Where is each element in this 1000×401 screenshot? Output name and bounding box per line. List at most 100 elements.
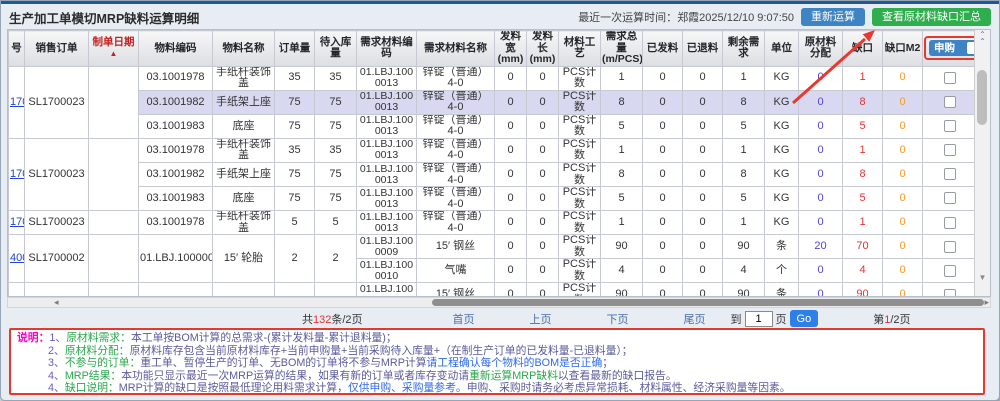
- unit-cell: KG: [765, 211, 799, 235]
- col-length[interactable]: 发料长 (mm): [527, 31, 559, 67]
- page-number-input[interactable]: [745, 311, 773, 327]
- sales-order-cell: SL1700002: [25, 283, 89, 297]
- last-run-label: 最近一次运算时间：: [578, 12, 677, 24]
- note-number: 1、: [49, 332, 66, 344]
- gap-cell: 5: [843, 114, 883, 138]
- purchase-checkbox[interactable]: [944, 241, 956, 253]
- purchase-checkbox[interactable]: [944, 72, 956, 84]
- col-returned[interactable]: 已退料: [683, 31, 723, 67]
- col-total[interactable]: 需求总量 (m/PCS): [601, 31, 643, 67]
- go-button[interactable]: Go: [790, 310, 819, 327]
- note-text: 请工程确认每个物料的BOM是否正确: [427, 357, 603, 369]
- gap-cell: 8: [843, 163, 883, 187]
- col-qty[interactable]: 订单量: [275, 31, 315, 67]
- col-req_name[interactable]: 需求材料名称: [417, 31, 495, 67]
- col-remaining[interactable]: 剩余需求: [723, 31, 765, 67]
- table-row[interactable]: 170SL170002303.1001978手纸杆装饰盖353501.LBJ.1…: [9, 138, 977, 162]
- order-no-link[interactable]: 170: [9, 211, 25, 235]
- vertical-scroll-thumb[interactable]: [977, 70, 987, 125]
- required-material-code-cell: 01.LBJ.1000013: [357, 66, 417, 90]
- table-row[interactable]: 03.1001983底座757501.LBJ.1000013锌锭（普通）4-00…: [9, 114, 977, 138]
- scroll-down-icon[interactable]: ▼: [975, 273, 990, 282]
- title-bar: 生产加工单模切MRP缺料运算明细 最近一次运算时间：郑霞2025/12/10 9…: [9, 7, 991, 27]
- col-process[interactable]: 材料工艺: [559, 31, 601, 67]
- unit-cell: 条: [765, 283, 799, 297]
- page-indicator-suffix: /2页: [890, 314, 910, 326]
- table-row[interactable]: 400SL170000201.LBJ.100000815′ 轮胎2201.LBJ…: [9, 283, 977, 297]
- purchase-checkbox[interactable]: [944, 144, 956, 156]
- col-gap_m2[interactable]: 缺口M2: [883, 31, 923, 67]
- col-alloc[interactable]: 原材料分配: [799, 31, 843, 67]
- purchase-toggle[interactable]: 申购: [929, 40, 977, 56]
- order-no-link[interactable]: 170: [9, 138, 25, 210]
- gap-cell: 1: [843, 66, 883, 90]
- purchase-checkbox[interactable]: [944, 120, 956, 132]
- material-code-cell: 03.1001978: [139, 138, 213, 162]
- purchase-checkbox[interactable]: [944, 217, 956, 229]
- col-mat_code[interactable]: 物料编码: [139, 31, 213, 67]
- first-page-link[interactable]: 首页: [453, 311, 475, 327]
- scroll-right-icon[interactable]: ▸: [984, 298, 989, 307]
- total-demand-cell: 4: [601, 259, 643, 283]
- issue-width-cell: 0: [495, 90, 527, 114]
- remaining-demand-cell: 1: [723, 211, 765, 235]
- unit-cell: KG: [765, 138, 799, 162]
- sales-order-cell: SL1700023: [25, 66, 89, 138]
- next-page-link[interactable]: 下页: [607, 311, 629, 327]
- purchase-checkbox[interactable]: [944, 96, 956, 108]
- col-gap[interactable]: 缺口: [843, 31, 883, 67]
- order-no-link[interactable]: 170: [9, 66, 25, 138]
- unit-cell: KG: [765, 114, 799, 138]
- material-code-cell: 01.LBJ.1000008: [139, 235, 213, 283]
- notes-prefix: 说明：: [17, 332, 49, 344]
- horizontal-scrollbar[interactable]: ◂ ▸: [7, 297, 991, 308]
- order-no-link[interactable]: 400: [9, 283, 25, 297]
- table-row[interactable]: 03.1001982手纸架上座757501.LBJ.1000013锌锭（普通）4…: [9, 90, 977, 114]
- required-material-name-cell: 锌锭（普通）4-0: [417, 163, 495, 187]
- horizontal-scroll-thumb[interactable]: [432, 299, 984, 306]
- purchase-cell: [923, 211, 977, 235]
- col-seq[interactable]: 号: [9, 31, 25, 67]
- col-width[interactable]: 发料宽 (mm): [495, 31, 527, 67]
- pending-qty-cell: 2: [315, 283, 357, 297]
- note-text: 本功能只显示最近一次MRP运算的结果，如果有新的订单或者库存变动请: [121, 370, 469, 382]
- col-unit[interactable]: 单位: [765, 31, 799, 67]
- vertical-scrollbar[interactable]: ⌃⌃ ▼: [974, 30, 990, 296]
- col-purchase: 申购: [923, 31, 977, 67]
- purchase-checkbox[interactable]: [944, 289, 956, 297]
- issue-width-cell: 0: [495, 138, 527, 162]
- table-row[interactable]: 170SL170002303.1001978手纸杆装饰盖353501.LBJ.1…: [9, 66, 977, 90]
- col-sales[interactable]: 销售订单: [25, 31, 89, 67]
- col-pending[interactable]: 待入库量: [315, 31, 357, 67]
- total-demand-cell: 90: [601, 283, 643, 297]
- material-code-cell: 03.1001978: [139, 211, 213, 235]
- col-req_code[interactable]: 需求材料编码: [357, 31, 417, 67]
- table-row[interactable]: 03.1001982手纸架上座757501.LBJ.1000013锌锭（普通）4…: [9, 163, 977, 187]
- purchase-checkbox[interactable]: [944, 265, 956, 277]
- last-page-link[interactable]: 尾页: [684, 311, 706, 327]
- table-row[interactable]: 170SL170002303.1001978手纸杆装饰盖5501.LBJ.100…: [9, 211, 977, 235]
- col-mat_name[interactable]: 物料名称: [213, 31, 275, 67]
- purchase-checkbox[interactable]: [944, 192, 956, 204]
- order-no-link[interactable]: 400: [9, 235, 25, 283]
- col-date[interactable]: 制单日期▲: [89, 31, 139, 67]
- table-row[interactable]: 400SL170000201.LBJ.100000815′ 轮胎2201.LBJ…: [9, 235, 977, 259]
- col-issued[interactable]: 已发料: [643, 31, 683, 67]
- order-qty-cell: 75: [275, 114, 315, 138]
- note-line: 说明：1、原材料需求：本工单按BOM计算的总需求-(累计发料量-累计退料量)；: [17, 332, 977, 345]
- issue-width-cell: 0: [495, 259, 527, 283]
- rerun-button[interactable]: 重新运算: [801, 8, 865, 26]
- note-label: 原材料需求：: [66, 332, 131, 344]
- scroll-left-icon[interactable]: ◂: [54, 298, 59, 307]
- issue-length-cell: 0: [527, 90, 559, 114]
- pending-qty-cell: 2: [315, 235, 357, 283]
- gap-cell: 8: [843, 90, 883, 114]
- material-gap-summary-button[interactable]: 查看原材料缺口汇总: [872, 8, 991, 26]
- prev-page-link[interactable]: 上页: [530, 311, 552, 327]
- table-row[interactable]: 03.1001983底座757501.LBJ.1000013锌锭（普通）4-00…: [9, 187, 977, 211]
- scroll-up-icon[interactable]: ⌃⌃: [975, 31, 990, 45]
- issue-width-cell: 0: [495, 211, 527, 235]
- gap-cell: 1: [843, 138, 883, 162]
- purchase-checkbox[interactable]: [944, 168, 956, 180]
- remaining-demand-cell: 90: [723, 235, 765, 259]
